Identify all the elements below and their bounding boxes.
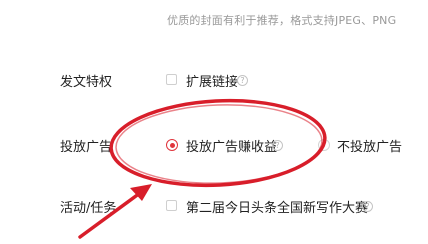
ad-earn-help-icon[interactable]: ? <box>272 140 283 151</box>
annotation-arrow-head <box>130 184 152 201</box>
writing-contest-help-icon[interactable]: ? <box>362 201 373 212</box>
extend-link-checkbox[interactable] <box>166 74 177 85</box>
ad-none-radio[interactable] <box>318 139 330 151</box>
writing-contest-option-label[interactable]: 第二届今日头条全国新写作大赛 <box>186 197 368 216</box>
cover-hint-text: 优质的封面有利于推荐，格式支持JPEG、PNG <box>167 14 397 27</box>
publish-privilege-label: 发文特权 <box>60 75 113 90</box>
extend-link-help-icon[interactable]: ? <box>237 75 248 86</box>
ad-earn-option-label[interactable]: 投放广告赚收益 <box>186 136 277 155</box>
ad-placement-label: 投放广告 <box>60 140 113 155</box>
extend-link-option-label[interactable]: 扩展链接 <box>186 71 238 90</box>
activity-task-label: 活动/任务 <box>60 201 117 216</box>
ad-none-option-label[interactable]: 不投放广告 <box>337 136 402 155</box>
writing-contest-checkbox[interactable] <box>166 200 177 211</box>
ad-earn-radio[interactable] <box>166 139 178 151</box>
